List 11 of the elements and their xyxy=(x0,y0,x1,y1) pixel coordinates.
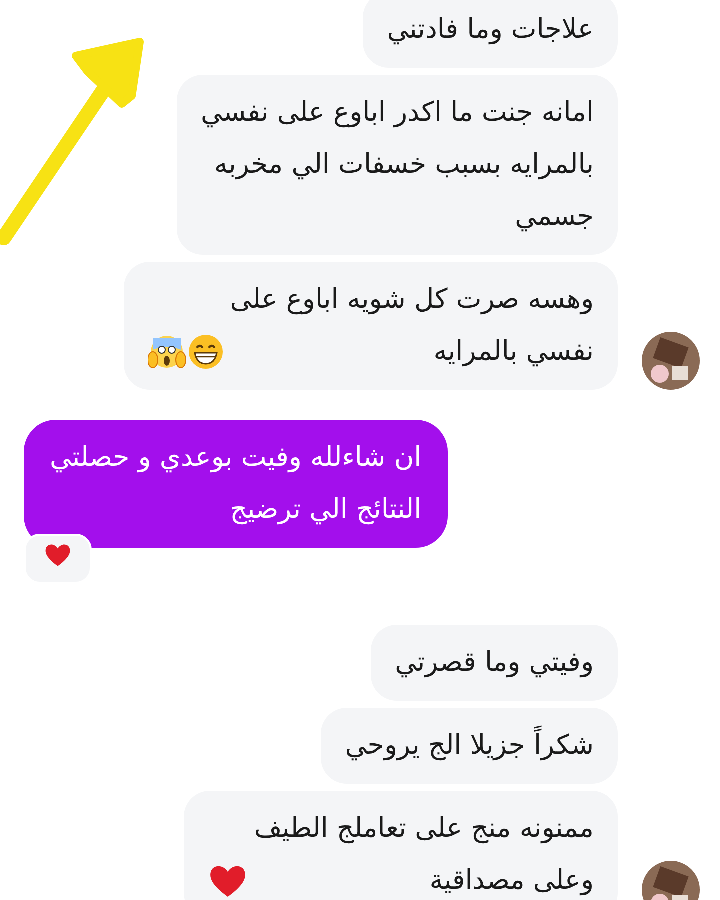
grin-face-icon xyxy=(188,334,224,370)
heart-icon xyxy=(44,542,72,568)
reaction-badge[interactable] xyxy=(24,534,92,584)
message-text: وهسه صرت كل شويه اباوع على نفسي بالمرايه xyxy=(230,283,594,369)
message-text: ممنونه منج على تعاملج الطيف وعلى مصداقية xyxy=(254,812,594,898)
message-text: علاجات وما فادتني xyxy=(387,13,594,47)
message-text: شكراً جزيلا الج يروحي xyxy=(345,720,594,772)
message-text: ان شاءلله وفيت بوعدي و حصلتي النتائج الي ترضيج xyxy=(50,441,422,527)
message-text: امانه جنت ما اكدر اباوع على نفسي بالمرايه بسبب خسفات الي مخربه جسمي xyxy=(201,96,594,234)
message-text: وفيتي وما قصرتي xyxy=(395,646,594,680)
screaming-face-icon xyxy=(148,334,186,370)
